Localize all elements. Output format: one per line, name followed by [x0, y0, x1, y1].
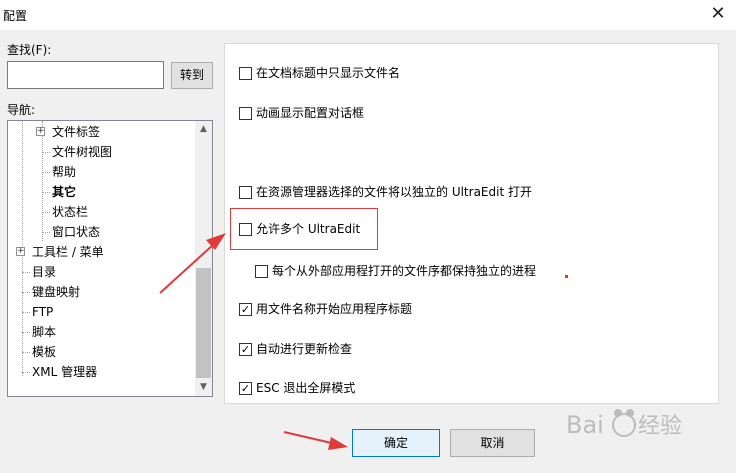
- tree-connector: [22, 352, 30, 353]
- annotation-highlight-box: [230, 208, 378, 250]
- tree-connector: [22, 372, 30, 373]
- tree-item-window-state[interactable]: 窗口状态: [52, 222, 100, 242]
- scroll-thumb[interactable]: [196, 268, 211, 378]
- scroll-up-icon[interactable]: ▲: [195, 121, 212, 138]
- option-label: ESC 退出全屏模式: [256, 381, 356, 395]
- baidu-jingyan-watermark-icon: Bai 经验: [566, 409, 682, 439]
- tree-scrollbar[interactable]: ▲ ▼: [195, 121, 212, 396]
- tree-connector: [22, 272, 30, 273]
- checkbox[interactable]: [239, 107, 252, 120]
- option-label: 在资源管理器选择的文件将以独立的 UltraEdit 打开: [256, 185, 532, 199]
- tree-connector: [42, 152, 50, 153]
- search-label: 查找(F):: [7, 43, 52, 57]
- expander-plus-icon[interactable]: +: [36, 127, 45, 136]
- close-icon[interactable]: ✕: [706, 3, 730, 27]
- tree-item-directory[interactable]: 目录: [32, 262, 56, 282]
- navigation-tree: + 文件标签 文件树视图 帮助 其它 状态栏 窗口状态 + 工具栏 / 菜单 目…: [7, 120, 213, 397]
- tree-item-other[interactable]: 其它: [52, 182, 76, 202]
- checkbox[interactable]: [255, 265, 268, 278]
- tree-item-toolbar-menu[interactable]: 工具栏 / 菜单: [32, 242, 104, 262]
- tree-item-help[interactable]: 帮助: [52, 162, 76, 182]
- tree-item-status-bar[interactable]: 状态栏: [52, 202, 88, 222]
- option-label: 每个从外部应用程打开的文件序都保持独立的进程: [272, 264, 537, 278]
- tree-item-key-mapping[interactable]: 键盘映射: [32, 282, 80, 302]
- tree-connector: [42, 212, 50, 213]
- tree-connector: [42, 232, 50, 233]
- option-label: 动画显示配置对话框: [256, 106, 365, 120]
- title-bar: 配置 ✕: [0, 0, 736, 30]
- ok-button[interactable]: 确定: [352, 429, 440, 457]
- tree-connector: [22, 332, 30, 333]
- expander-plus-icon[interactable]: +: [16, 247, 25, 256]
- tree-item-file-tabs[interactable]: 文件标签: [52, 122, 100, 142]
- tree-connector: [42, 192, 50, 193]
- option-label: 在文档标题中只显示文件名: [256, 66, 401, 80]
- tree-item-xml-manager[interactable]: XML 管理器: [32, 362, 97, 382]
- tree-connector: [22, 292, 30, 293]
- checkbox[interactable]: [239, 186, 252, 199]
- goto-button[interactable]: 转到: [171, 62, 213, 89]
- scroll-down-icon[interactable]: ▼: [195, 379, 212, 396]
- check-icon[interactable]: ✓: [239, 382, 252, 395]
- search-input[interactable]: [7, 61, 164, 89]
- annotation-dot: [565, 275, 568, 278]
- check-icon[interactable]: ✓: [239, 343, 252, 356]
- svg-text:Bai: Bai: [566, 411, 604, 439]
- tree-item-ftp[interactable]: FTP: [32, 302, 53, 322]
- option-label: 自动进行更新检查: [256, 342, 353, 356]
- tree-connector: [22, 312, 30, 313]
- window-title: 配置: [3, 9, 28, 23]
- option-label: 用文件名称开始应用程序标题: [256, 302, 413, 316]
- tree-connector: [42, 121, 43, 241]
- tree-item-file-tree-view[interactable]: 文件树视图: [52, 142, 112, 162]
- checkbox[interactable]: [239, 67, 252, 80]
- tree-item-script[interactable]: 脚本: [32, 322, 56, 342]
- svg-text:经验: 经验: [638, 414, 682, 439]
- tree-connector: [42, 172, 50, 173]
- check-icon[interactable]: ✓: [239, 303, 252, 316]
- tree-item-template[interactable]: 模板: [32, 342, 56, 362]
- nav-label: 导航:: [7, 103, 36, 117]
- cancel-button[interactable]: 取消: [450, 429, 535, 457]
